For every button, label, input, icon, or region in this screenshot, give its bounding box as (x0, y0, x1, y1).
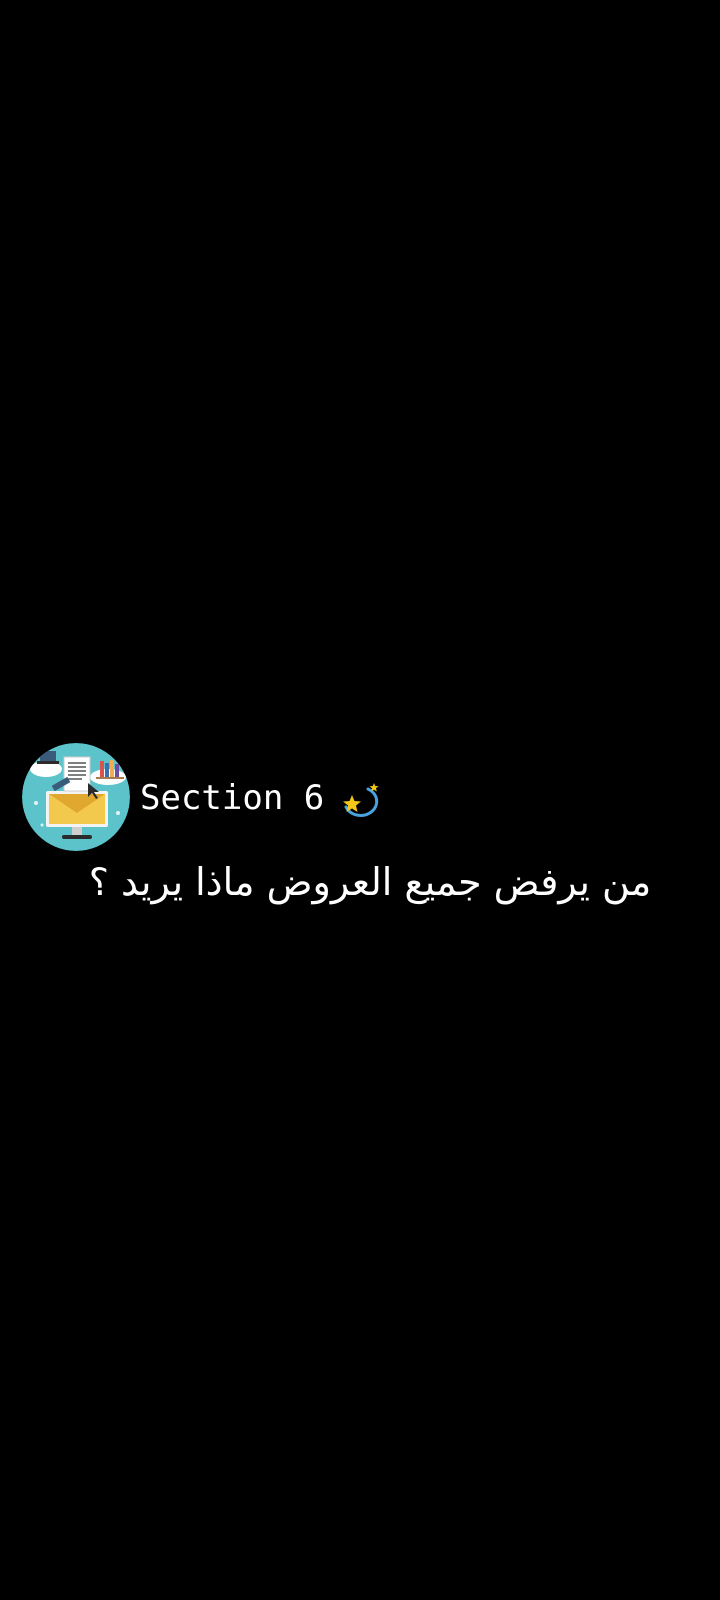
caption-text: من يرفض جميع العروض ماذا يريد ؟ (88, 860, 652, 904)
computer-monitor-icon (22, 743, 130, 851)
dizzy-star-icon (343, 783, 379, 817)
section-title: Section 6 (140, 778, 325, 818)
avatar[interactable] (22, 743, 130, 851)
